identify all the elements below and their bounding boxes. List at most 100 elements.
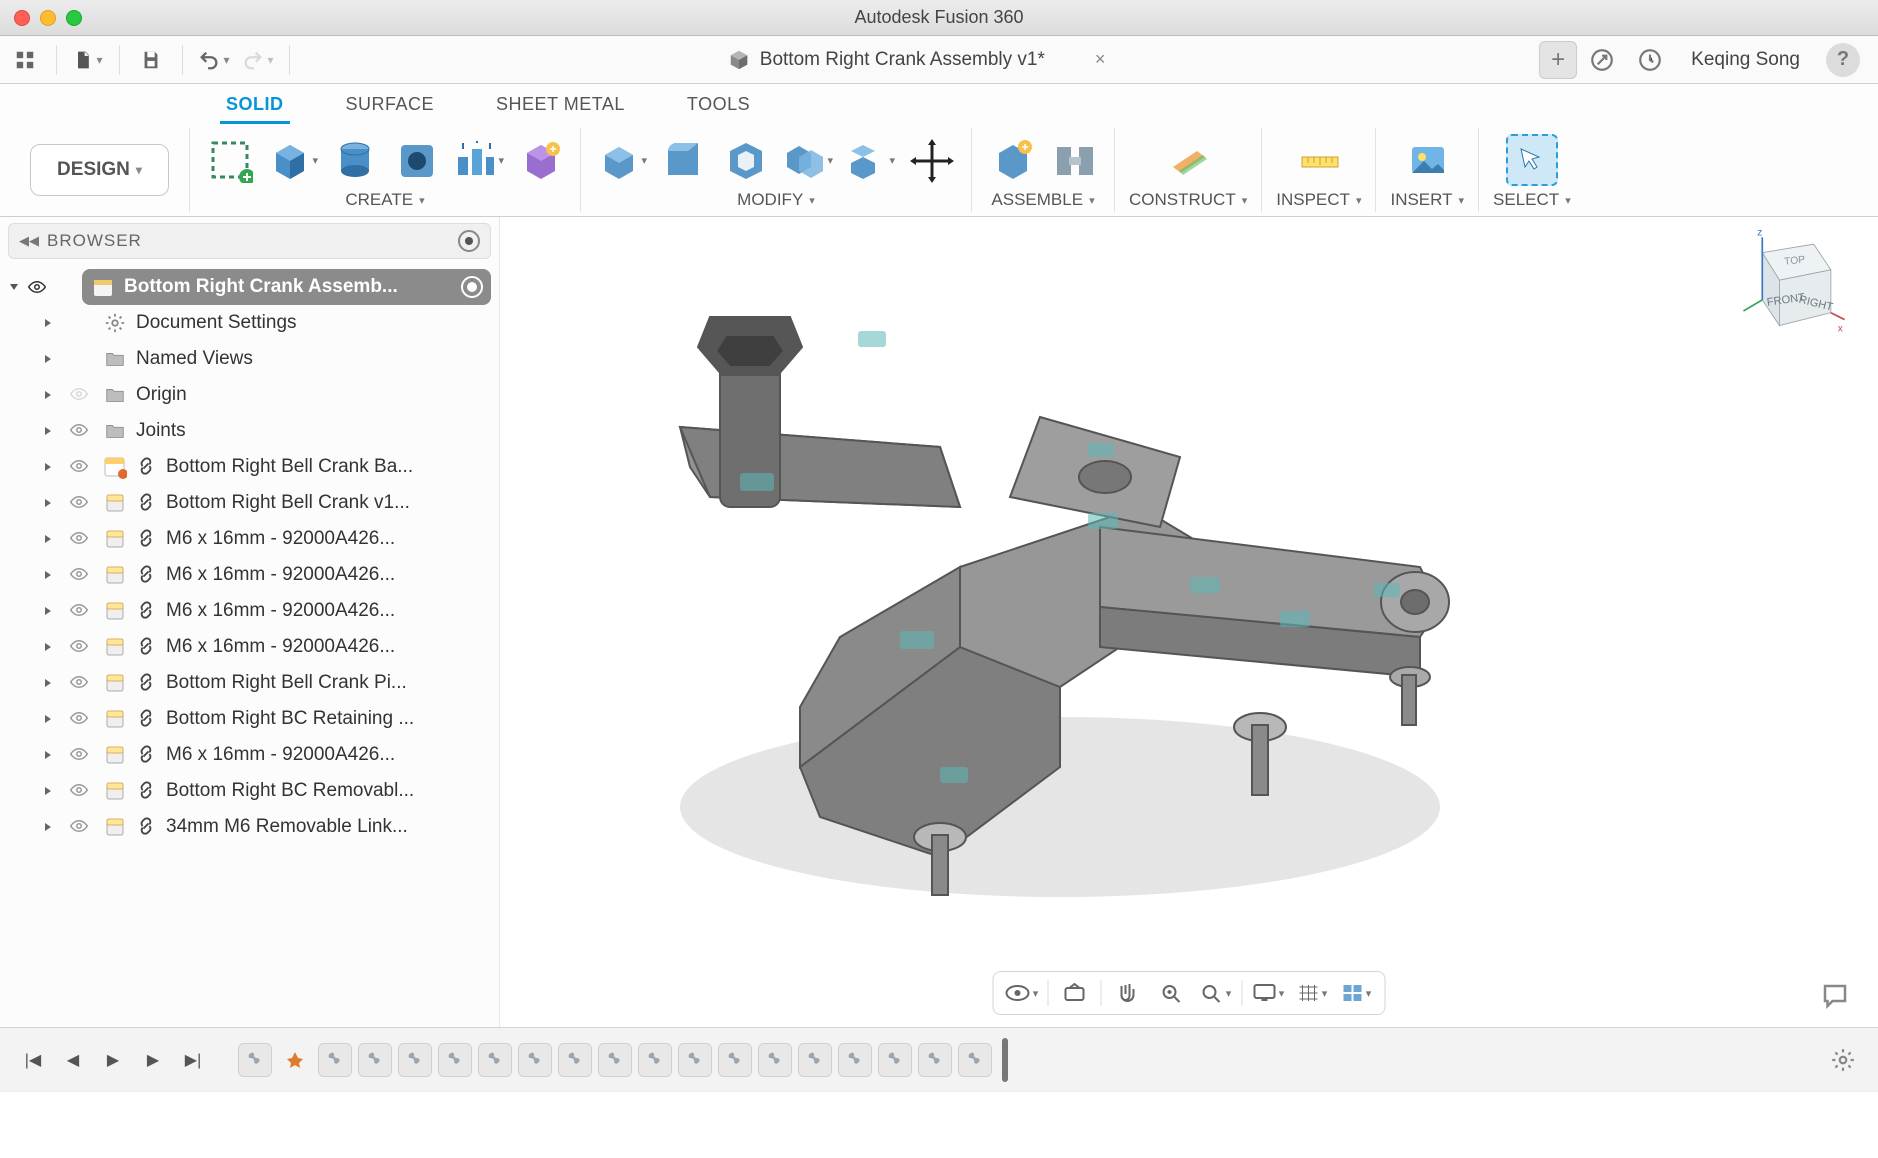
viewcube[interactable]: FRONT RIGHT TOP z x bbox=[1728, 227, 1848, 347]
tab-tools[interactable]: TOOLS bbox=[681, 90, 756, 124]
browser-root[interactable]: Bottom Right Crank Assemb... bbox=[82, 269, 491, 305]
zoom-window-button[interactable] bbox=[1196, 976, 1236, 1010]
select-button[interactable] bbox=[1506, 134, 1558, 186]
move-button[interactable] bbox=[905, 134, 957, 186]
browser-component[interactable]: Bottom Right BC Retaining ... bbox=[8, 701, 491, 737]
browser-component[interactable]: Bottom Right Bell Crank Pi... bbox=[8, 665, 491, 701]
timeline-feature[interactable] bbox=[318, 1043, 352, 1077]
visibility-toggle[interactable] bbox=[68, 601, 94, 621]
cylinder-button[interactable] bbox=[328, 134, 380, 186]
browser-header[interactable]: ◀◀ BROWSER bbox=[8, 223, 491, 259]
plane-button[interactable] bbox=[1162, 134, 1214, 186]
expand-toggle[interactable] bbox=[42, 785, 60, 797]
visibility-toggle[interactable] bbox=[68, 817, 94, 837]
visibility-toggle[interactable] bbox=[68, 781, 94, 801]
timeline-feature[interactable] bbox=[238, 1043, 272, 1077]
sketch-button[interactable] bbox=[204, 134, 256, 186]
presspull-button[interactable] bbox=[595, 134, 647, 186]
timeline-feature[interactable] bbox=[598, 1043, 632, 1077]
insert-button[interactable] bbox=[1401, 134, 1453, 186]
expand-toggle[interactable] bbox=[42, 425, 60, 437]
visibility-toggle[interactable] bbox=[68, 493, 94, 513]
visibility-toggle[interactable] bbox=[68, 673, 94, 693]
viewport[interactable]: FRONT RIGHT TOP z x bbox=[500, 217, 1878, 1027]
expand-toggle[interactable] bbox=[42, 317, 60, 329]
visibility-toggle[interactable] bbox=[68, 709, 94, 729]
timeline-next-button[interactable]: ▶ bbox=[138, 1045, 168, 1075]
timeline-feature[interactable] bbox=[958, 1043, 992, 1077]
browser-component[interactable]: M6 x 16mm - 92000A426... bbox=[8, 737, 491, 773]
expand-toggle[interactable] bbox=[42, 461, 60, 473]
browser-item[interactable]: Named Views bbox=[8, 341, 491, 377]
shell-button[interactable] bbox=[719, 134, 771, 186]
display-settings-button[interactable] bbox=[1249, 976, 1289, 1010]
timeline-feature[interactable] bbox=[758, 1043, 792, 1077]
timeline-feature[interactable] bbox=[838, 1043, 872, 1077]
visibility-toggle[interactable] bbox=[68, 565, 94, 585]
browser-item[interactable]: Joints bbox=[8, 413, 491, 449]
timeline-feature[interactable] bbox=[398, 1043, 432, 1077]
orbit-button[interactable] bbox=[1002, 976, 1042, 1010]
box-button[interactable] bbox=[266, 134, 318, 186]
grid-settings-button[interactable] bbox=[1293, 976, 1333, 1010]
expand-toggle[interactable] bbox=[42, 605, 60, 617]
viewcube-top[interactable]: TOP bbox=[1784, 255, 1806, 268]
timeline-prev-button[interactable]: ◀ bbox=[58, 1045, 88, 1075]
timeline-settings-button[interactable] bbox=[1826, 1043, 1860, 1077]
timeline-feature[interactable] bbox=[558, 1043, 592, 1077]
expand-toggle[interactable] bbox=[42, 353, 60, 365]
visibility-toggle[interactable] bbox=[68, 745, 94, 765]
expand-toggle[interactable] bbox=[42, 821, 60, 833]
new-tab-button[interactable]: + bbox=[1539, 41, 1577, 79]
expand-toggle[interactable] bbox=[42, 677, 60, 689]
visibility-toggle[interactable] bbox=[68, 385, 94, 405]
close-tab-button[interactable]: × bbox=[1095, 49, 1106, 70]
redo-button[interactable] bbox=[241, 43, 275, 77]
timeline-feature[interactable] bbox=[438, 1043, 472, 1077]
visibility-toggle[interactable] bbox=[68, 529, 94, 549]
expand-toggle[interactable] bbox=[42, 533, 60, 545]
timeline-feature[interactable] bbox=[878, 1043, 912, 1077]
timeline-marker[interactable] bbox=[1002, 1038, 1008, 1082]
zoom-button[interactable] bbox=[1152, 976, 1192, 1010]
timeline-feature[interactable] bbox=[358, 1043, 392, 1077]
select-label[interactable]: SELECT bbox=[1493, 190, 1571, 210]
timeline-pin[interactable] bbox=[278, 1043, 312, 1077]
timeline-feature[interactable] bbox=[478, 1043, 512, 1077]
visibility-toggle[interactable] bbox=[68, 421, 94, 441]
create-label[interactable]: CREATE bbox=[345, 190, 424, 210]
hole-button[interactable] bbox=[390, 134, 442, 186]
tab-solid[interactable]: SOLID bbox=[220, 90, 290, 124]
expand-toggle[interactable] bbox=[42, 641, 60, 653]
tab-surface[interactable]: SURFACE bbox=[340, 90, 441, 124]
timeline-feature[interactable] bbox=[638, 1043, 672, 1077]
expand-toggle[interactable] bbox=[42, 569, 60, 581]
fillet-button[interactable] bbox=[657, 134, 709, 186]
comments-button[interactable] bbox=[1820, 981, 1852, 1013]
browser-item[interactable]: Document Settings bbox=[8, 305, 491, 341]
browser-component[interactable]: Bottom Right Bell Crank Ba... bbox=[8, 449, 491, 485]
pattern-button[interactable] bbox=[452, 134, 504, 186]
combine-button[interactable] bbox=[781, 134, 833, 186]
new-component-button[interactable] bbox=[986, 134, 1038, 186]
browser-component[interactable]: Bottom Right Bell Crank v1... bbox=[8, 485, 491, 521]
viewport-layout-button[interactable] bbox=[1337, 976, 1377, 1010]
expand-root[interactable] bbox=[8, 281, 20, 293]
timeline-feature[interactable] bbox=[678, 1043, 712, 1077]
save-button[interactable] bbox=[134, 43, 168, 77]
form-button[interactable] bbox=[514, 134, 566, 186]
model-canvas[interactable] bbox=[540, 207, 1500, 967]
workspace-picker[interactable]: DESIGN▾ bbox=[10, 128, 190, 212]
extensions-button[interactable] bbox=[1587, 45, 1617, 75]
visibility-toggle[interactable] bbox=[68, 637, 94, 657]
user-menu[interactable]: Keqing Song bbox=[1683, 49, 1808, 71]
timeline-feature[interactable] bbox=[798, 1043, 832, 1077]
help-button[interactable]: ? bbox=[1826, 43, 1860, 77]
visibility-toggle[interactable] bbox=[68, 457, 94, 477]
browser-component[interactable]: M6 x 16mm - 92000A426... bbox=[8, 593, 491, 629]
browser-component[interactable]: Bottom Right BC Removabl... bbox=[8, 773, 491, 809]
data-panel-button[interactable] bbox=[8, 43, 42, 77]
timeline-feature[interactable] bbox=[518, 1043, 552, 1077]
timeline-feature[interactable] bbox=[718, 1043, 752, 1077]
browser-component[interactable]: 34mm M6 Removable Link... bbox=[8, 809, 491, 845]
